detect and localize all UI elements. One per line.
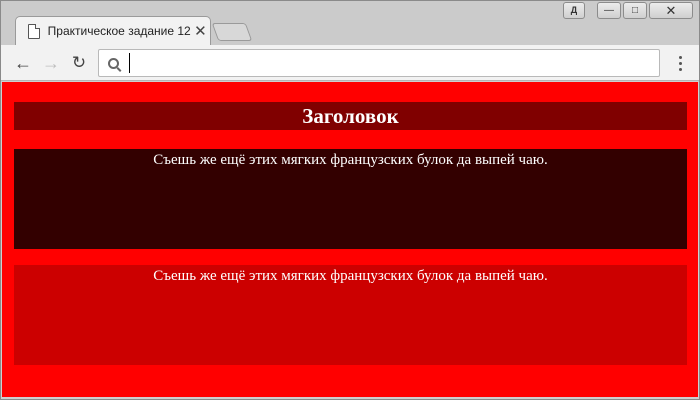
back-arrow-icon[interactable]: ←: [11, 51, 35, 75]
content-block-dark: Съешь же ещё этих мягких французских бул…: [14, 149, 687, 249]
browser-tab[interactable]: Практическое задание 12 ✕: [15, 16, 211, 45]
menu-kebab-icon[interactable]: [675, 51, 685, 75]
tab-title: Практическое задание 12: [47, 24, 191, 38]
page-icon: [28, 23, 40, 39]
browser-window: Практическое задание 12 ✕ Д — □ ✕ ← → ↻ …: [0, 0, 700, 400]
reload-icon[interactable]: ↻: [67, 51, 91, 75]
user-profile-button[interactable]: Д: [563, 2, 585, 19]
browser-toolbar: ← → ↻: [1, 45, 699, 81]
search-icon: [108, 57, 119, 69]
forward-arrow-icon[interactable]: →: [39, 51, 63, 75]
title-bar: Практическое задание 12 ✕ Д — □ ✕: [1, 1, 699, 45]
page-heading: Заголовок: [14, 102, 687, 130]
tab-close-icon[interactable]: ✕: [191, 24, 210, 39]
url-input[interactable]: [129, 53, 659, 73]
page-viewport: Заголовок Съешь же ещё этих мягких франц…: [2, 82, 698, 397]
close-button[interactable]: ✕: [649, 2, 693, 19]
maximize-button[interactable]: □: [623, 2, 647, 19]
address-bar[interactable]: [98, 49, 660, 77]
content-block-red: Съешь же ещё этих мягких французских бул…: [14, 265, 687, 365]
minimize-button[interactable]: —: [597, 2, 621, 19]
window-controls: Д — □ ✕: [563, 2, 693, 19]
new-tab-button[interactable]: [211, 23, 253, 41]
